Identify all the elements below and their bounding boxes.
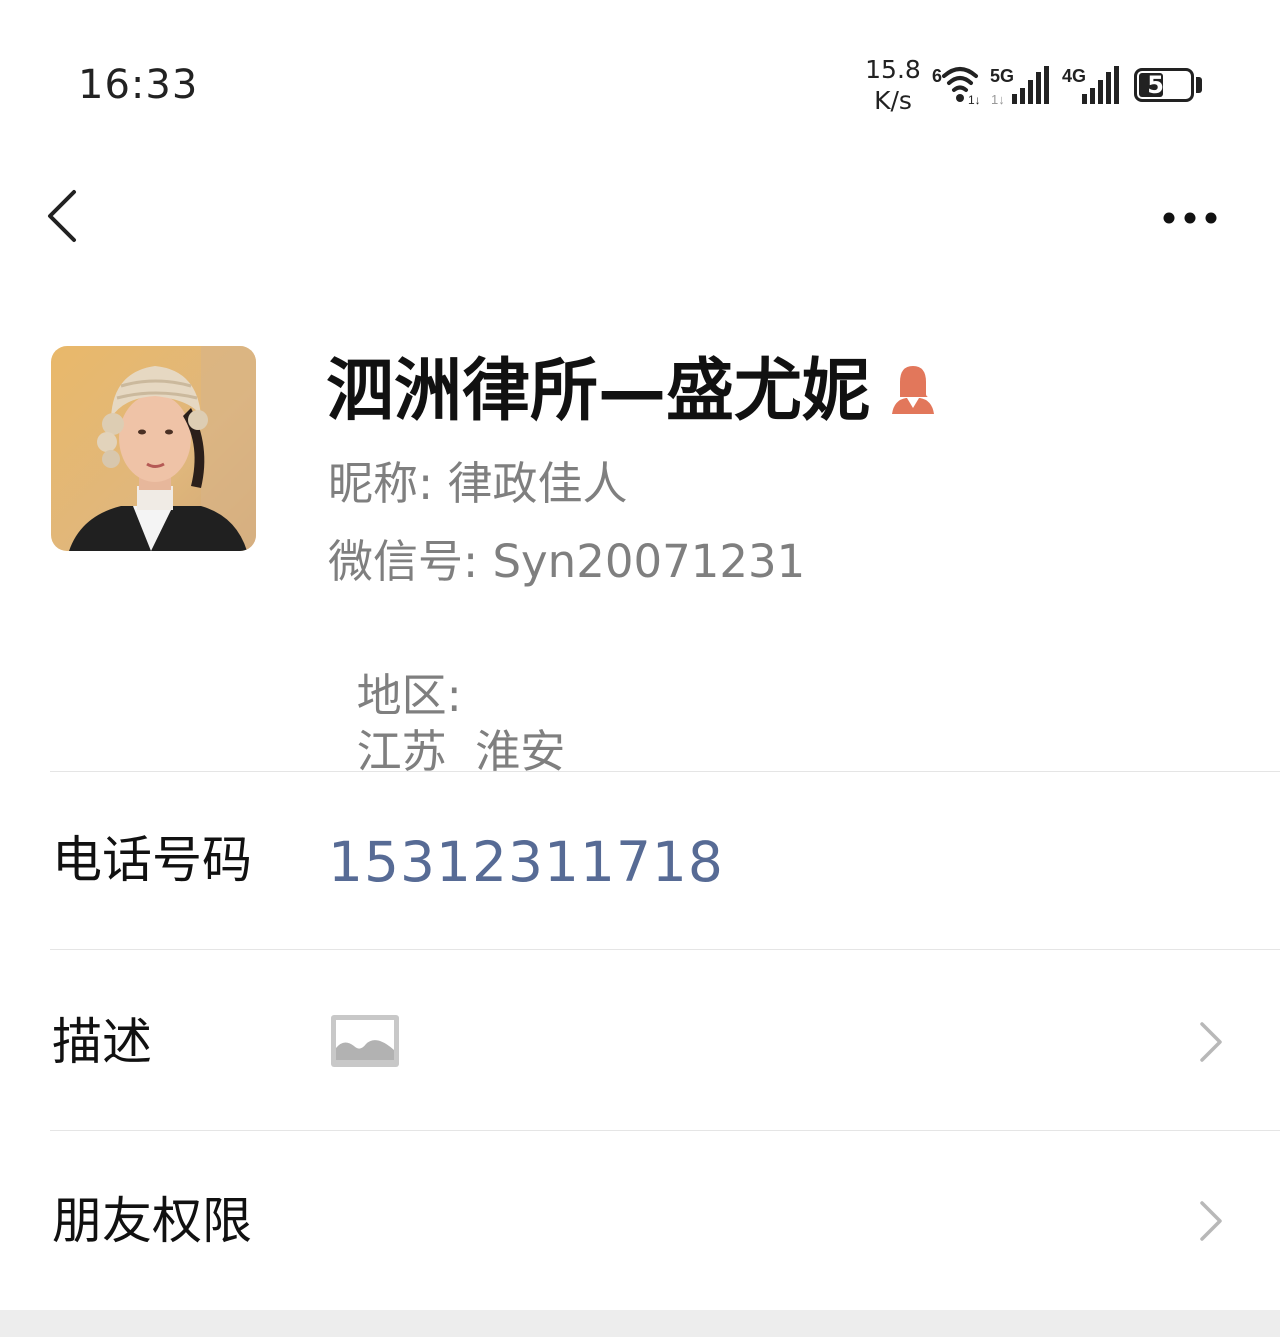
- wechat-id-line: 微信号: Syn20071231: [328, 534, 805, 590]
- wechat-id-value[interactable]: Syn20071231: [492, 535, 805, 588]
- wechat-id-label: 微信号:: [328, 535, 479, 588]
- phone-number-value[interactable]: 15312311718: [328, 830, 724, 894]
- chevron-left-icon: [48, 190, 76, 242]
- chevron-right-icon: [1200, 1201, 1222, 1241]
- nickname-label: 昵称:: [328, 457, 434, 510]
- svg-text:1↓: 1↓: [968, 93, 981, 106]
- friend-permissions-label: 朋友权限: [52, 1192, 252, 1250]
- nav-bar: [0, 160, 1280, 280]
- battery-cap: [1196, 77, 1202, 93]
- avatar-image: [51, 346, 256, 551]
- network-speed-unit: K/s: [874, 86, 912, 115]
- battery-icon: 51: [1134, 68, 1194, 102]
- region-line: 地区: 江苏 淮安: [328, 612, 566, 780]
- signal-4g-label: 4G: [1062, 66, 1086, 86]
- chevron-right-icon: [1200, 1022, 1222, 1062]
- signal-5g-label: 5G: [990, 66, 1014, 86]
- nickname-value: 律政佳人: [447, 457, 628, 510]
- ellipsis-icon: [1163, 212, 1217, 224]
- section-gap: [0, 1310, 1280, 1337]
- status-bar: 16:33 15.8 K/s 6 1↓ 5G 1↓ 4G 51: [0, 0, 1280, 150]
- female-icon: [888, 362, 938, 416]
- avatar[interactable]: [51, 346, 256, 551]
- description-label: 描述: [52, 1013, 152, 1071]
- back-button[interactable]: [30, 180, 100, 260]
- battery-level: 51: [1147, 71, 1181, 99]
- wifi-badge: 6: [932, 66, 942, 86]
- nickname-line: 昵称: 律政佳人: [328, 456, 628, 512]
- network-speed: 15.8 K/s: [860, 54, 926, 116]
- more-options-button[interactable]: [1150, 195, 1230, 245]
- status-time: 16:33: [78, 62, 199, 108]
- svg-text:1↓: 1↓: [991, 92, 1005, 106]
- network-speed-value: 15.8: [865, 55, 921, 84]
- wifi-icon: 6 1↓: [932, 66, 981, 106]
- region-label: 地区:: [356, 669, 462, 722]
- description-row[interactable]: 描述: [0, 950, 1280, 1130]
- friend-permissions-row[interactable]: 朋友权限: [0, 1131, 1280, 1310]
- phone-number-label: 电话号码: [52, 831, 252, 889]
- signal-5g-icon: 5G 1↓: [990, 66, 1049, 106]
- phone-number-row[interactable]: 电话号码 15312311718: [0, 772, 1280, 949]
- image-placeholder-icon: [331, 1015, 399, 1067]
- display-name: 泗洲律所—盛尤妮: [326, 352, 871, 431]
- signal-4g-icon: 4G: [1062, 66, 1119, 104]
